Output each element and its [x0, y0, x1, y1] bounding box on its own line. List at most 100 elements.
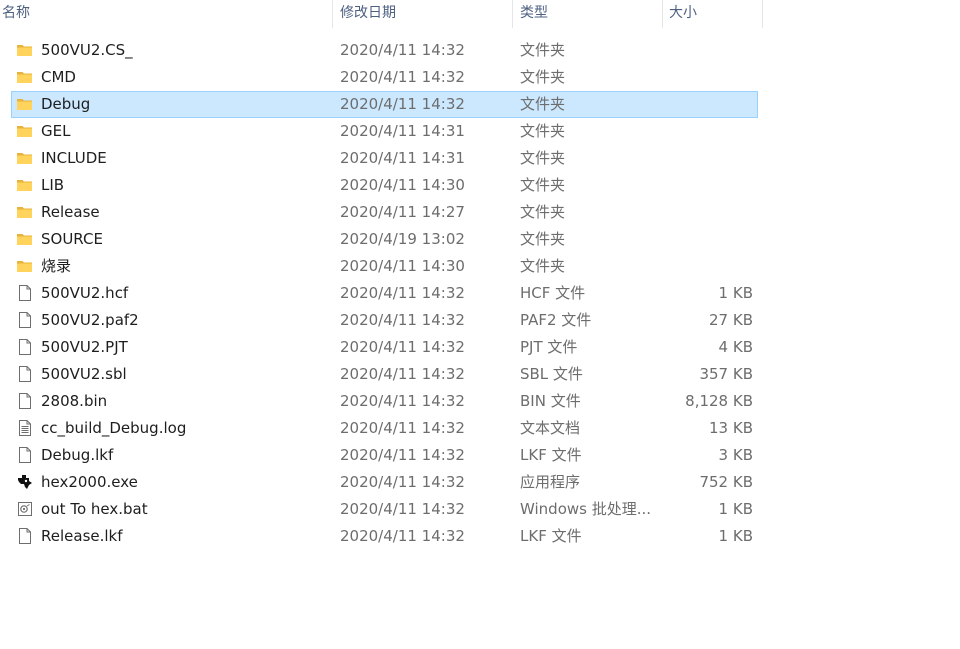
file-size: [663, 226, 753, 253]
folder-icon: [16, 95, 34, 113]
file-icon: [16, 284, 34, 302]
file-date: 2020/4/11 14:31: [340, 149, 465, 167]
file-date: 2020/4/11 14:27: [340, 203, 465, 221]
file-type: 文件夹: [520, 257, 566, 275]
file-size: 1 KB: [718, 527, 753, 545]
file-name: SOURCE: [41, 230, 103, 248]
file-date: 2020/4/11 14:32: [340, 338, 465, 356]
file-name: Debug.lkf: [41, 446, 114, 464]
file-row[interactable]: Release 2020/4/11 14:27 文件夹: [0, 199, 763, 226]
file-type: BIN 文件: [520, 392, 581, 410]
sort-up-icon: ^: [163, 0, 171, 4]
file-row[interactable]: Release.lkf 2020/4/11 14:32 LKF 文件 1 KB: [0, 523, 763, 550]
file-row[interactable]: GEL 2020/4/11 14:31 文件夹: [0, 118, 763, 145]
file-type: 文本文档: [520, 419, 581, 437]
file-size: 1 KB: [718, 500, 753, 518]
file-name: 烧录: [41, 257, 72, 275]
column-header-name[interactable]: 名称 ^: [0, 0, 333, 28]
file-type: 文件夹: [520, 68, 566, 86]
file-icon: [16, 365, 34, 383]
file-name: 2808.bin: [41, 392, 108, 410]
file-size: [663, 199, 753, 226]
file-name: Release: [41, 203, 100, 221]
file-type: HCF 文件: [520, 284, 586, 302]
file-date: 2020/4/11 14:32: [340, 500, 465, 518]
file-type: Windows 批处理...: [520, 500, 652, 518]
file-row[interactable]: CMD 2020/4/11 14:32 文件夹: [0, 64, 763, 91]
file-size: [663, 172, 753, 199]
column-header-type-label: 类型: [520, 5, 548, 21]
file-name: cc_build_Debug.log: [41, 419, 187, 437]
file-type: PAF2 文件: [520, 311, 592, 329]
file-type: PJT 文件: [520, 338, 578, 356]
column-header-size[interactable]: 大小: [663, 0, 763, 28]
file-date: 2020/4/11 14:32: [340, 419, 465, 437]
file-row[interactable]: 烧录 2020/4/11 14:30 文件夹: [0, 253, 763, 280]
file-name: 500VU2.CS_: [41, 41, 133, 59]
file-row[interactable]: 500VU2.hcf 2020/4/11 14:32 HCF 文件 1 KB: [0, 280, 763, 307]
file-size: 8,128 KB: [685, 392, 753, 410]
file-date: 2020/4/11 14:32: [340, 68, 465, 86]
file-date: 2020/4/11 14:31: [340, 122, 465, 140]
file-icon: [16, 446, 34, 464]
file-type: 文件夹: [520, 41, 566, 59]
file-row[interactable]: 2808.bin 2020/4/11 14:32 BIN 文件 8,128 KB: [0, 388, 763, 415]
file-date: 2020/4/19 13:02: [340, 230, 465, 248]
file-type: 文件夹: [520, 203, 566, 221]
column-header-date[interactable]: 修改日期: [333, 0, 513, 28]
file-row[interactable]: Debug.lkf 2020/4/11 14:32 LKF 文件 3 KB: [0, 442, 763, 469]
file-name: out To hex.bat: [41, 500, 148, 518]
column-header-name-label: 名称: [2, 5, 30, 21]
file-size: [663, 145, 753, 172]
file-date: 2020/4/11 14:32: [340, 41, 465, 59]
file-size: 27 KB: [709, 311, 753, 329]
file-name: Debug: [41, 95, 91, 113]
file-name: LIB: [41, 176, 65, 194]
folder-icon: [16, 203, 34, 221]
folder-icon: [16, 122, 34, 140]
file-date: 2020/4/11 14:32: [340, 473, 465, 491]
file-date: 2020/4/11 14:32: [340, 392, 465, 410]
file-row[interactable]: LIB 2020/4/11 14:30 文件夹: [0, 172, 763, 199]
file-row[interactable]: 500VU2.PJT 2020/4/11 14:32 PJT 文件 4 KB: [0, 334, 763, 361]
file-date: 2020/4/11 14:32: [340, 527, 465, 545]
folder-icon: [16, 230, 34, 248]
file-name: hex2000.exe: [41, 473, 138, 491]
file-row[interactable]: 500VU2.CS_ 2020/4/11 14:32 文件夹: [0, 37, 763, 64]
file-size: [663, 37, 753, 64]
file-date: 2020/4/11 14:30: [340, 257, 465, 275]
file-size: 4 KB: [718, 338, 753, 356]
file-row[interactable]: out To hex.bat 2020/4/11 14:32 Windows 批处理…: [0, 496, 763, 523]
file-name: GEL: [41, 122, 71, 140]
column-header-date-label: 修改日期: [340, 5, 396, 21]
column-header-type[interactable]: 类型: [513, 0, 663, 28]
file-size: 1 KB: [718, 284, 753, 302]
file-row[interactable]: SOURCE 2020/4/19 13:02 文件夹: [0, 226, 763, 253]
file-row[interactable]: cc_build_Debug.log 2020/4/11 14:32 文本文档 13 …: [0, 415, 763, 442]
text-file-icon: [16, 419, 34, 437]
file-type: 文件夹: [520, 230, 566, 248]
file-name: 500VU2.paf2: [41, 311, 139, 329]
file-size: [663, 118, 753, 145]
column-header-size-label: 大小: [669, 5, 697, 21]
file-size: [663, 64, 753, 91]
column-header: 名称 ^ 修改日期 类型 大小: [0, 0, 763, 28]
file-row[interactable]: 500VU2.paf2 2020/4/11 14:32 PAF2 文件 27 KB: [0, 307, 763, 334]
file-icon: [16, 311, 34, 329]
file-size: 752 KB: [699, 473, 753, 491]
file-type: 文件夹: [520, 176, 566, 194]
file-date: 2020/4/11 14:30: [340, 176, 465, 194]
file-name: INCLUDE: [41, 149, 107, 167]
file-name: 500VU2.hcf: [41, 284, 129, 302]
file-date: 2020/4/11 14:32: [340, 446, 465, 464]
file-row[interactable]: INCLUDE 2020/4/11 14:31 文件夹: [0, 145, 763, 172]
file-type: LKF 文件: [520, 446, 582, 464]
file-row[interactable]: Debug 2020/4/11 14:32 文件夹: [11, 91, 758, 118]
file-explorer: 名称 ^ 修改日期 类型 大小 500VU2.CS_ 2020/4/11 14:3…: [0, 0, 960, 649]
file-size: 13 KB: [709, 419, 753, 437]
file-date: 2020/4/11 14:32: [340, 284, 465, 302]
folder-icon: [16, 68, 34, 86]
file-row[interactable]: 500VU2.sbl 2020/4/11 14:32 SBL 文件 357 KB: [0, 361, 763, 388]
file-date: 2020/4/11 14:32: [340, 95, 465, 113]
file-row[interactable]: hex2000.exe 2020/4/11 14:32 应用程序 752 KB: [0, 469, 763, 496]
